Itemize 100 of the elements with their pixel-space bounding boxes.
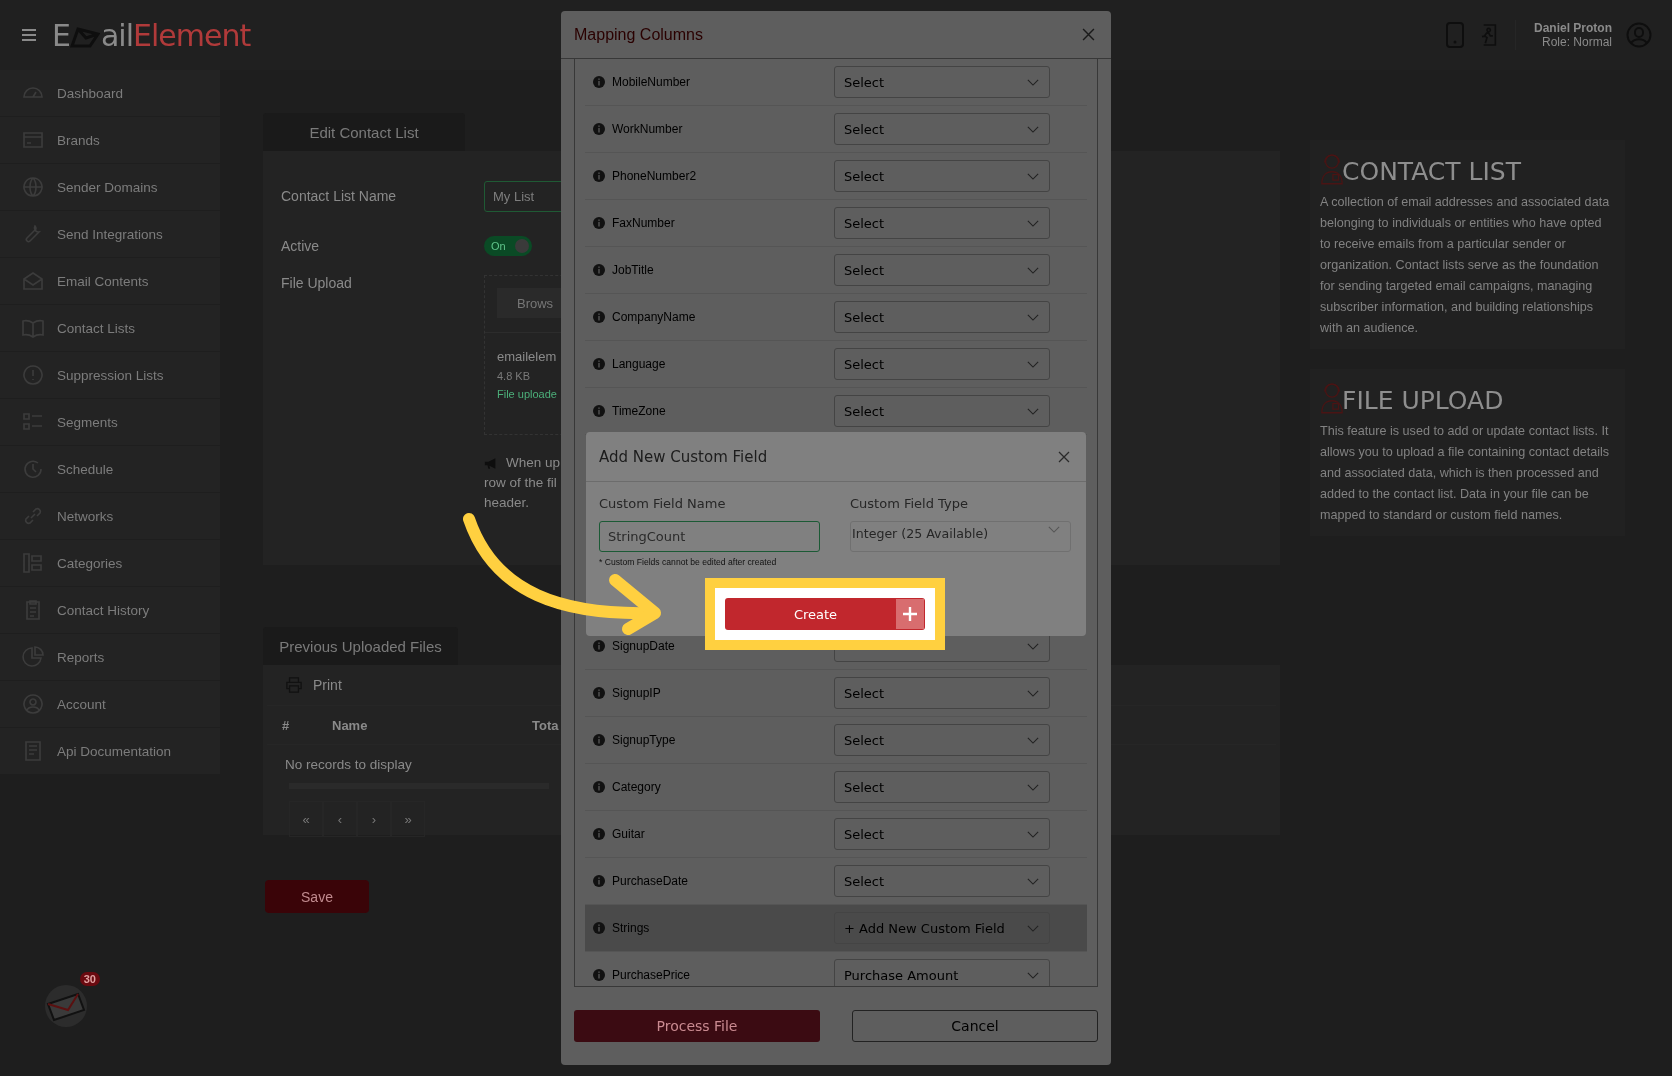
process-file-button[interactable]: Process File: [574, 1010, 820, 1042]
logo: E ailElement: [52, 17, 251, 53]
select-dropdown[interactable]: Select: [834, 395, 1050, 427]
sidebar-item[interactable]: Sender Domains: [0, 164, 220, 211]
panel-title: FILE UPLOAD: [1342, 387, 1504, 415]
clock-icon: [21, 457, 45, 481]
sidebar-item[interactable]: Brands: [0, 117, 220, 164]
create-button[interactable]: Create: [725, 598, 925, 630]
column-header: Name: [332, 717, 369, 733]
support-agent-icon: [1320, 152, 1344, 186]
column-name: PurchasePrice: [612, 968, 692, 982]
select-dropdown[interactable]: Select: [834, 207, 1050, 239]
modal-title: Mapping Columns: [574, 25, 703, 44]
file-name: emailelem: [497, 349, 558, 364]
input-field[interactable]: StringCount: [599, 521, 820, 552]
column-name: SignupIP: [612, 686, 662, 700]
chevron-icon: [1027, 219, 1039, 227]
info-icon[interactable]: [593, 875, 605, 887]
plus-icon: [896, 599, 924, 629]
info-icon[interactable]: [593, 76, 605, 88]
sidebar-item[interactable]: Networks: [0, 493, 220, 540]
select-dropdown[interactable]: Select: [834, 254, 1050, 286]
select-dropdown[interactable]: Select: [834, 724, 1050, 756]
select-dropdown[interactable]: Select: [834, 113, 1050, 145]
chevron-icon: [1027, 783, 1039, 791]
sidebar-item[interactable]: Dashboard: [0, 70, 220, 117]
field-label: File Upload: [281, 275, 353, 291]
cancel-button[interactable]: Cancel: [852, 1010, 1098, 1042]
notification-badge: 30: [79, 972, 100, 986]
column-name: FaxNumber: [612, 216, 676, 230]
sidebar-item[interactable]: Email Contents: [0, 258, 220, 305]
field-label: Custom Field Type: [850, 496, 969, 511]
print-link[interactable]: Print: [313, 677, 342, 693]
sidebar-item[interactable]: Api Documentation: [0, 728, 220, 775]
info-icon[interactable]: [593, 405, 605, 417]
info-icon[interactable]: [593, 264, 605, 276]
select-dropdown[interactable]: Select: [834, 865, 1050, 897]
globe-icon: [21, 175, 45, 199]
info-icon[interactable]: [593, 734, 605, 746]
info-icon[interactable]: [593, 358, 605, 370]
column-name: TimeZone: [612, 404, 667, 418]
column-name: SignupDate: [612, 639, 676, 653]
info-icon[interactable]: [593, 922, 605, 934]
select-dropdown[interactable]: Select: [834, 771, 1050, 803]
chevron-icon: [1027, 877, 1039, 885]
column-name: Strings: [612, 921, 651, 935]
select-dropdown[interactable]: Purchase Amount: [834, 959, 1050, 986]
select-dropdown[interactable]: Select: [834, 160, 1050, 192]
column-name: MobileNumber: [612, 75, 692, 89]
sidebar-item[interactable]: Contact History: [0, 587, 220, 634]
chevron-icon: [1027, 407, 1039, 415]
info-icon[interactable]: [593, 123, 605, 135]
select-dropdown[interactable]: Integer (25 Available): [850, 521, 1071, 552]
select-dropdown[interactable]: Select: [834, 301, 1050, 333]
info-icon[interactable]: [593, 640, 605, 652]
sidebar-item[interactable]: Suppression Lists: [0, 352, 220, 399]
info-icon[interactable]: [593, 687, 605, 699]
chevron-icon: [1027, 642, 1039, 650]
panel-title: CONTACT LIST: [1342, 158, 1521, 186]
toggle-switch[interactable]: On: [484, 236, 532, 256]
close-icon[interactable]: [1058, 450, 1070, 463]
sidebar-item[interactable]: Account: [0, 681, 220, 728]
info-icon[interactable]: [593, 170, 605, 182]
chevron-icon: [1027, 266, 1039, 274]
chevron-icon: [1027, 689, 1039, 697]
chevron-icon: [1027, 736, 1039, 744]
select-dropdown[interactable]: Select: [834, 348, 1050, 380]
chevron-icon: [1027, 125, 1039, 133]
alert-icon: [21, 363, 45, 387]
column-name: WorkNumber: [612, 122, 684, 136]
close-icon[interactable]: [1082, 28, 1095, 41]
chevron-icon: [1027, 830, 1039, 838]
column-name: PhoneNumber2: [612, 169, 698, 183]
empty-message: No records to display: [284, 755, 413, 774]
select-dropdown[interactable]: + Add New Custom Field: [834, 912, 1050, 944]
user-name: Daniel Proton: [1534, 21, 1612, 35]
info-icon[interactable]: [593, 828, 605, 840]
info-icon[interactable]: [593, 217, 605, 229]
select-dropdown[interactable]: Select: [834, 818, 1050, 850]
chevron-icon: [1027, 313, 1039, 321]
info-icon[interactable]: [593, 969, 605, 981]
sidebar-item[interactable]: Segments: [0, 399, 220, 446]
select-dropdown[interactable]: Select: [834, 677, 1050, 709]
select-dropdown[interactable]: Select: [834, 66, 1050, 98]
save-button[interactable]: Save: [265, 880, 369, 913]
menu-icon[interactable]: [22, 29, 36, 41]
info-icon[interactable]: [593, 311, 605, 323]
sidebar-item[interactable]: Reports: [0, 634, 220, 681]
column-name: SignupType: [612, 733, 677, 747]
column-name: Language: [612, 357, 667, 371]
sidebar-item[interactable]: Categories: [0, 540, 220, 587]
pie-chart-icon: [21, 645, 45, 669]
sidebar-item[interactable]: Send Integrations: [0, 211, 220, 258]
user-role: Role: Normal: [1541, 35, 1612, 49]
sidebar-item[interactable]: Schedule: [0, 446, 220, 493]
sidebar-item[interactable]: Contact Lists: [0, 305, 220, 352]
column-name: PurchaseDate: [612, 874, 690, 888]
column-name: Category: [612, 780, 662, 794]
chevron-icon: [1027, 360, 1039, 368]
info-icon[interactable]: [593, 781, 605, 793]
